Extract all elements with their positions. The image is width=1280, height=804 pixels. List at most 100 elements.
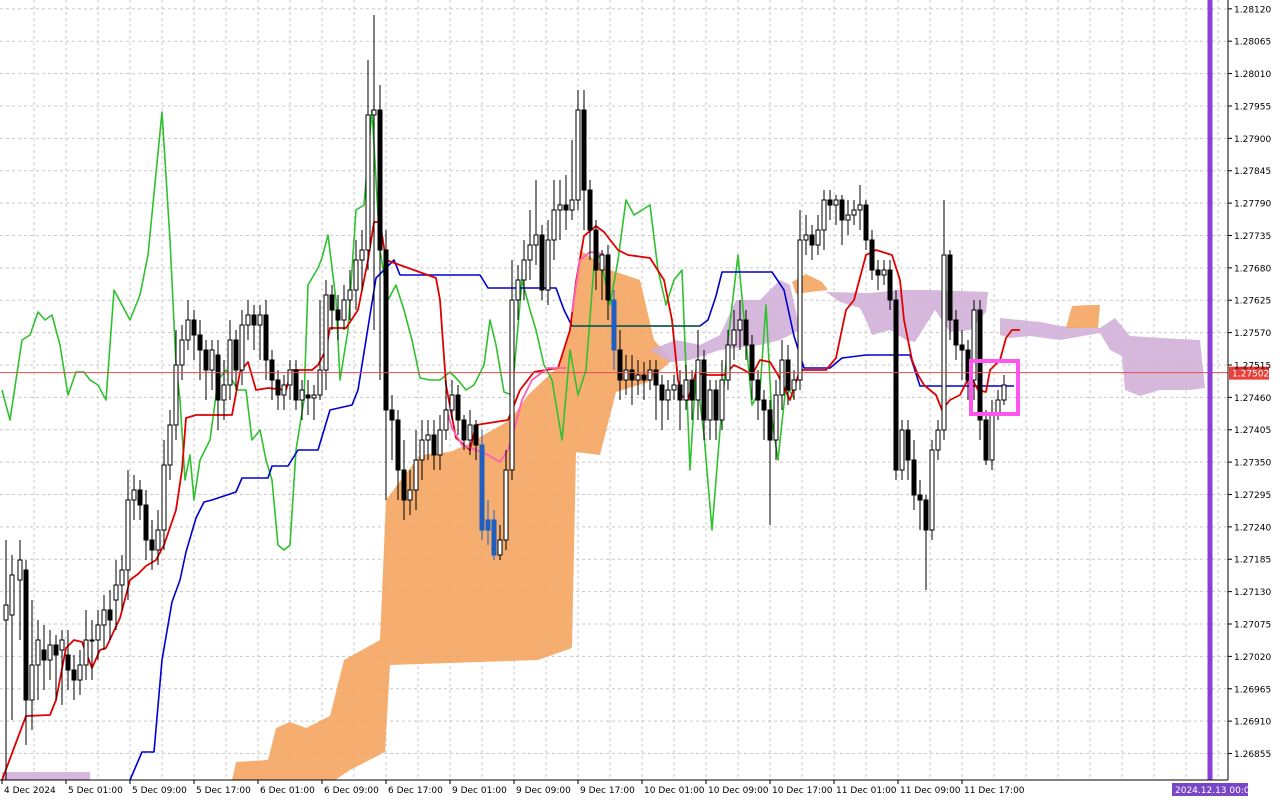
candle-body [329, 294, 335, 311]
candle-body [17, 559, 23, 581]
candle-body [953, 319, 959, 346]
candle-body [641, 374, 647, 381]
candle-body [623, 369, 629, 381]
candle-body [377, 109, 383, 251]
candle-body [533, 234, 539, 246]
candle-body [707, 389, 713, 421]
candle-body [479, 444, 485, 531]
candle-body [143, 504, 149, 541]
candle-body [731, 329, 737, 346]
candle-body [227, 339, 233, 386]
candle-body [155, 529, 161, 551]
candle-body [665, 389, 671, 401]
time-tick-label: 5 Dec 17:00 [196, 786, 251, 796]
time-tick-label: 6 Dec 01:00 [260, 786, 315, 796]
candle-body [77, 664, 83, 681]
candle-body [65, 654, 71, 671]
candle-body [671, 384, 677, 391]
candle-body [851, 209, 857, 216]
candle-body [89, 639, 95, 642]
candle-body [779, 359, 785, 396]
time-tick-label: 6 Dec 09:00 [324, 786, 379, 796]
candle-body [449, 394, 455, 411]
candle-body [839, 199, 845, 221]
candle-body [233, 339, 239, 371]
candle-body [875, 269, 881, 276]
candle-body [317, 369, 323, 396]
candle-body [803, 234, 809, 241]
candle-body [527, 244, 533, 261]
candle-body [911, 459, 917, 496]
candle-body [461, 419, 467, 441]
price-tick-label: 1.27735 [1234, 232, 1271, 242]
candle-body [431, 434, 437, 456]
candle-body [635, 374, 641, 381]
candle-body [83, 639, 89, 666]
candle-body [815, 229, 821, 246]
candle-body [35, 639, 41, 666]
candle-body [281, 384, 287, 396]
candle-body [923, 499, 929, 531]
candle-body [881, 269, 887, 276]
candle-body [845, 214, 851, 221]
candle-body [149, 539, 155, 551]
candle-body [497, 539, 503, 556]
time-tick-label: 5 Dec 01:00 [68, 786, 123, 796]
candle-body [791, 379, 797, 391]
candle-body [893, 299, 899, 471]
candle-body [599, 254, 605, 271]
chart-canvas[interactable]: 1.275022024.12.13 00:00 1.281201.280651.… [0, 0, 1280, 800]
price-tick-label: 1.27075 [1234, 621, 1271, 631]
candle-body [299, 389, 305, 401]
candle-body [221, 384, 227, 401]
candle-body [821, 199, 827, 231]
price-tick-label: 1.27020 [1234, 653, 1271, 663]
candle-body [443, 409, 449, 431]
candle-body [419, 439, 425, 461]
candle-body [917, 494, 923, 501]
candle-body [899, 429, 905, 471]
price-tick-label: 1.27350 [1234, 459, 1271, 469]
price-tick-label: 1.27295 [1234, 491, 1271, 501]
candle-body [389, 409, 395, 421]
kumo-area [232, 250, 672, 780]
candle-body [959, 344, 965, 351]
candle-body [371, 109, 377, 116]
price-tick-label: 1.26910 [1234, 718, 1271, 728]
candle-body [677, 384, 683, 401]
candle-body [245, 314, 251, 326]
time-tick-label: 11 Dec 09:00 [900, 786, 961, 796]
candle-body [863, 204, 869, 241]
time-tick-label: 10 Dec 09:00 [708, 786, 769, 796]
trading-chart[interactable]: 1.27502 2024.12.13 00:00 1.28120 1.28065 1.… [0, 0, 1280, 800]
time-tick-label: 10 Dec 01:00 [644, 786, 705, 796]
time-tick-label: 9 Dec 17:00 [580, 786, 635, 796]
time-tick-label: 11 Dec 17:00 [964, 786, 1025, 796]
candle-body [167, 424, 173, 466]
overlays: 1.275022024.12.13 00:00 [0, 0, 1269, 796]
candle-body [485, 519, 491, 531]
candle-body [827, 199, 833, 206]
candle-body [263, 314, 269, 361]
candle-body [71, 669, 77, 681]
price-tick-label: 1.27405 [1234, 426, 1271, 436]
price-tick-label: 1.27185 [1234, 556, 1271, 566]
price-tick-label: 1.28010 [1234, 70, 1271, 80]
candle-body [887, 269, 893, 301]
candle-body [869, 239, 875, 271]
candle-body [1001, 384, 1007, 401]
candle-body [659, 384, 665, 401]
candle-body [173, 364, 179, 426]
candle-body [773, 394, 779, 441]
candle-body [629, 369, 635, 381]
candle-body [515, 279, 521, 301]
candle-body [935, 429, 941, 451]
candle-body [353, 259, 359, 291]
candle-body [293, 369, 299, 401]
candle-body [647, 369, 653, 381]
candle-body [137, 489, 143, 506]
price-tick-label: 1.27790 [1234, 200, 1271, 210]
candle-body [989, 414, 995, 461]
candle-body [611, 299, 617, 351]
candle-body [563, 204, 569, 211]
